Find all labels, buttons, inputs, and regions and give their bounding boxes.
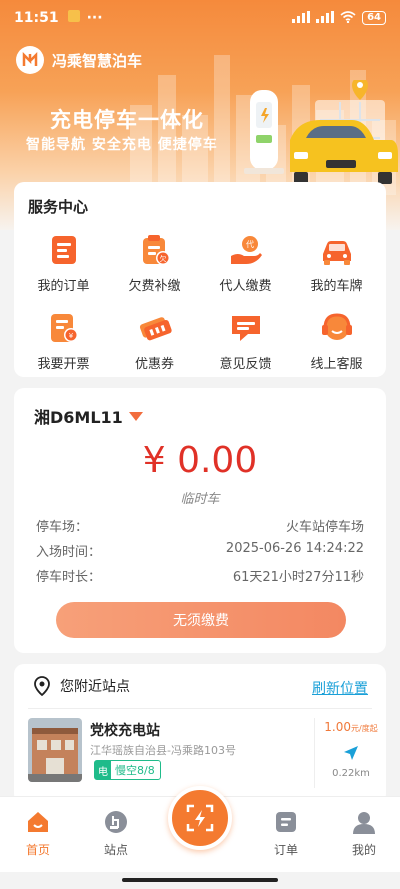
service-label: 欠费补缴 (128, 279, 181, 294)
scan-charge-icon (186, 804, 214, 832)
svg-text:¥: ¥ (68, 332, 73, 340)
nearby-stations-card: 您附近站点 刷新位置 党校充电站 江华瑶族自治县-冯乘路103号 电 慢空8/8… (14, 664, 386, 804)
dropdown-triangle-icon (128, 411, 143, 421)
entry-time-row: 入场时间： 2025-06-26 14:24:22 (36, 541, 364, 560)
service-label: 优惠券 (134, 357, 174, 372)
tab-mine[interactable]: 我的 (334, 809, 394, 858)
duration-label: 停车时长： (36, 570, 102, 585)
location-pin-icon (34, 676, 50, 696)
nearby-title: 您附近站点 (60, 679, 130, 695)
nearby-header: 您附近站点 (34, 676, 130, 696)
tab-station[interactable]: 站点 (86, 809, 146, 858)
arrears-icon: 欠 (142, 235, 170, 265)
charging-car-illustration (244, 80, 398, 184)
navigate-icon[interactable] (342, 744, 360, 762)
coupon-icon (139, 317, 172, 341)
tab-orders[interactable]: 订单 (256, 809, 316, 858)
scan-button[interactable] (168, 786, 232, 850)
price-unit: 元/度起 (351, 724, 378, 733)
slow-charger-availability-badge: 电 慢空8/8 (94, 760, 161, 780)
service-label: 我要开票 (37, 357, 90, 372)
tab-mine-label: 我的 (351, 843, 376, 857)
feedback-icon (231, 316, 260, 341)
tab-home[interactable]: 首页 (8, 809, 68, 858)
pay-for-others-icon: 代 (230, 236, 262, 264)
car-icon (322, 241, 351, 265)
home-icon (28, 812, 48, 832)
license-plate: 湘D6ML11 (34, 408, 123, 427)
notification-icon (67, 9, 81, 27)
status-bar: 11:51 ··· 64 (0, 0, 400, 36)
service-online-support[interactable]: 线上客服 (291, 310, 382, 372)
divider (28, 708, 372, 709)
service-invoice[interactable]: ¥ 我要开票 (18, 310, 109, 372)
charger-icon: 电 (95, 761, 111, 779)
orders-icon (276, 812, 296, 832)
station-address: 江华瑶族自治县-冯乘路103号 (90, 744, 236, 757)
banner-slogan: 充电停车一体化 (50, 108, 204, 132)
refresh-location-link[interactable]: 刷新位置 (312, 678, 368, 698)
customer-service-icon (321, 313, 352, 340)
lot-value: 火车站停车场 (285, 520, 364, 535)
service-my-plates[interactable]: 我的车牌 (291, 232, 382, 294)
parking-fee: ¥ 0.00 (142, 440, 258, 481)
service-my-orders[interactable]: 我的订单 (18, 232, 109, 294)
tab-orders-label: 订单 (273, 843, 298, 857)
service-label: 意见反馈 (219, 357, 272, 372)
vehicle-type: 临时车 (180, 492, 220, 507)
entry-time-label: 入场时间： (36, 545, 102, 560)
signal-icon-2 (316, 10, 335, 26)
price-value: 1.00 (324, 720, 351, 734)
lot-row: 停车场： 火车站停车场 (36, 516, 364, 535)
service-coupons[interactable]: 优惠券 (109, 310, 200, 372)
tab-home-label: 首页 (25, 843, 50, 857)
more-dots-icon: ··· (86, 10, 103, 26)
brand-logo-icon (16, 46, 44, 74)
service-arrears-payment[interactable]: 欠 欠费补缴 (109, 232, 200, 294)
station-photo[interactable] (28, 718, 82, 782)
status-time: 11:51 (14, 10, 59, 26)
service-pay-for-others[interactable]: 代 代人缴费 (200, 232, 291, 294)
station-icon (105, 811, 127, 833)
service-center-card: 服务中心 我的订单 欠 欠费补缴 代 代人缴费 我的车牌 ¥ 我要开票 优惠券 … (14, 182, 386, 377)
duration-row: 停车时长： 61天21小时27分11秒 (36, 566, 364, 585)
service-label: 线上客服 (310, 357, 363, 372)
lot-label: 停车场： (36, 520, 89, 535)
service-feedback[interactable]: 意见反馈 (200, 310, 291, 372)
wifi-icon (340, 10, 356, 26)
invoice-icon: ¥ (50, 314, 78, 342)
svg-text:欠: 欠 (159, 254, 166, 263)
profile-icon (353, 812, 375, 834)
service-label: 我的车牌 (310, 279, 363, 294)
parking-info-card: 湘D6ML11 ¥ 0.00 临时车 停车场： 火车站停车场 入场时间： 202… (14, 388, 386, 653)
service-grid: 我的订单 欠 欠费补缴 代 代人缴费 我的车牌 ¥ 我要开票 优惠券 意见反馈 … (18, 232, 382, 372)
entry-time-value: 2025-06-26 14:24:22 (225, 541, 364, 556)
no-payment-button[interactable]: 无须缴费 (56, 602, 346, 638)
banner-sub-slogan: 智能导航 安全充电 便捷停车 (26, 137, 218, 153)
availability-text: 慢空8/8 (115, 764, 155, 777)
brand: 冯乘智慧泊车 (16, 46, 142, 74)
duration-value: 61天21小时27分11秒 (232, 570, 364, 585)
station-distance: 0.22km (332, 768, 370, 779)
signal-icon (292, 10, 311, 26)
service-center-title: 服务中心 (28, 198, 89, 216)
plate-selector[interactable]: 湘D6ML11 (34, 404, 143, 428)
divider-vertical (314, 718, 315, 788)
svg-text:代: 代 (246, 239, 254, 249)
service-label: 代人缴费 (219, 279, 272, 294)
station-price: 1.00元/度起 (320, 720, 382, 734)
station-name[interactable]: 党校充电站 (90, 720, 160, 740)
battery-indicator: 64 (362, 11, 386, 25)
service-label: 我的订单 (37, 279, 90, 294)
home-indicator (122, 878, 278, 882)
order-icon (51, 236, 76, 264)
tab-station-label: 站点 (103, 843, 128, 857)
brand-name: 冯乘智慧泊车 (52, 51, 143, 70)
